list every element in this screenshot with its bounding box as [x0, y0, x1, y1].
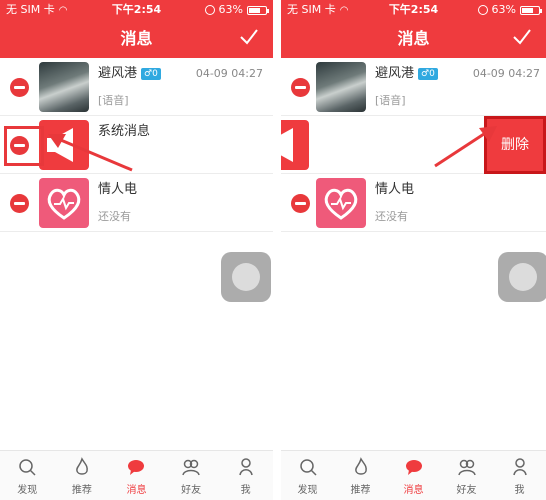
flame-icon	[354, 457, 367, 475]
nav-header: 无 SIM 卡 ◠ 下午2:54 63% 消息	[0, 0, 273, 58]
battery-icon	[247, 5, 269, 15]
message-name: 避风港 ♂0	[375, 66, 438, 82]
status-time: 下午2:54	[388, 3, 439, 16]
friends-icon	[457, 459, 476, 476]
message-time: 04-09 04:27	[472, 67, 540, 80]
gender-badge: ♂0	[141, 67, 161, 80]
flame-icon	[75, 457, 88, 475]
panel-divider	[273, 0, 281, 500]
message-time: 04-09 04:27	[195, 67, 263, 80]
message-icon	[405, 460, 422, 475]
search-icon	[299, 459, 317, 476]
highlight-box	[4, 126, 44, 166]
battery-status: 63%	[204, 0, 269, 20]
tab-discover[interactable]: 发现	[281, 451, 334, 500]
tab-messages[interactable]: 消息	[387, 451, 440, 500]
tab-recommend[interactable]: 推荐	[55, 451, 110, 500]
page-title: 消息	[120, 29, 153, 48]
tab-messages[interactable]: 消息	[109, 451, 164, 500]
carrier-label: 无 SIM 卡 ◠	[287, 0, 348, 21]
message-icon	[128, 460, 145, 475]
gender-badge: ♂0	[418, 67, 438, 80]
floating-assist-button[interactable]	[498, 252, 546, 302]
person-icon	[238, 458, 253, 476]
wifi-icon: ◠	[339, 5, 349, 16]
check-icon[interactable]	[239, 27, 259, 47]
carrier-label: 无 SIM 卡 ◠	[6, 0, 67, 21]
delete-toggle-button[interactable]	[10, 78, 29, 97]
person-icon	[512, 458, 527, 476]
battery-percent: 63%	[218, 3, 243, 16]
check-icon[interactable]	[512, 27, 532, 47]
message-preview: [语音]	[375, 94, 406, 107]
battery-status: 63%	[477, 0, 542, 20]
tab-bar: 发现 推荐 消息 好友 我	[0, 450, 273, 500]
wolf-avatar	[316, 62, 366, 112]
message-row[interactable]: 避风港 ♂0 04-09 04:27 [语音]	[281, 58, 546, 116]
message-name: 情人电	[98, 182, 138, 197]
wolf-avatar	[39, 62, 89, 112]
message-preview: 还没有	[375, 210, 408, 223]
message-row-swiped[interactable]: 删除	[281, 116, 546, 174]
status-time: 下午2:54	[111, 3, 162, 16]
delete-toggle-button[interactable]	[10, 194, 29, 213]
tab-discover[interactable]: 发现	[0, 451, 55, 500]
battery-icon	[520, 5, 542, 15]
floating-assist-button[interactable]	[221, 252, 271, 302]
tab-friends[interactable]: 好友	[164, 451, 219, 500]
tab-bar: 发现 推荐 消息 好友 我	[281, 450, 546, 500]
message-name: 情人电	[375, 182, 415, 197]
tab-me[interactable]: 我	[218, 451, 273, 500]
orientation-lock-icon	[477, 5, 488, 15]
annotation-arrow	[434, 126, 497, 168]
status-bar: 无 SIM 卡 ◠ 下午2:54 63%	[0, 0, 273, 20]
orientation-lock-icon	[204, 5, 215, 15]
tab-recommend[interactable]: 推荐	[334, 451, 387, 500]
message-row[interactable]: 情人电 还没有	[0, 174, 273, 232]
nav-header: 无 SIM 卡 ◠ 下午2:54 63% 消息	[281, 0, 546, 58]
heart-icon	[316, 178, 366, 228]
battery-percent: 63%	[491, 3, 516, 16]
message-row[interactable]: 情人电 还没有	[281, 174, 546, 232]
friends-icon	[182, 459, 200, 476]
search-icon	[19, 459, 36, 476]
message-preview: 还没有	[98, 210, 131, 223]
message-name: 避风港 ♂0	[98, 66, 161, 82]
megaphone-icon	[281, 120, 309, 170]
delete-toggle-button[interactable]	[291, 194, 310, 213]
heart-icon	[39, 178, 89, 228]
wifi-icon: ◠	[58, 5, 68, 16]
status-bar: 无 SIM 卡 ◠ 下午2:54 63%	[281, 0, 546, 20]
delete-toggle-button[interactable]	[291, 78, 310, 97]
message-preview: [语音]	[98, 94, 129, 107]
tab-friends[interactable]: 好友	[440, 451, 493, 500]
tab-me[interactable]: 我	[493, 451, 546, 500]
left-screenshot-panel: 无 SIM 卡 ◠ 下午2:54 63% 消息 避风港 ♂0 04-09 04:27…	[0, 0, 273, 500]
page-title: 消息	[397, 29, 430, 48]
message-row[interactable]: 避风港 ♂0 04-09 04:27 [语音]	[0, 58, 273, 116]
annotation-arrow	[48, 134, 133, 172]
right-screenshot-panel: 无 SIM 卡 ◠ 下午2:54 63% 消息 避风港 ♂0 04-09 04:27…	[281, 0, 546, 500]
